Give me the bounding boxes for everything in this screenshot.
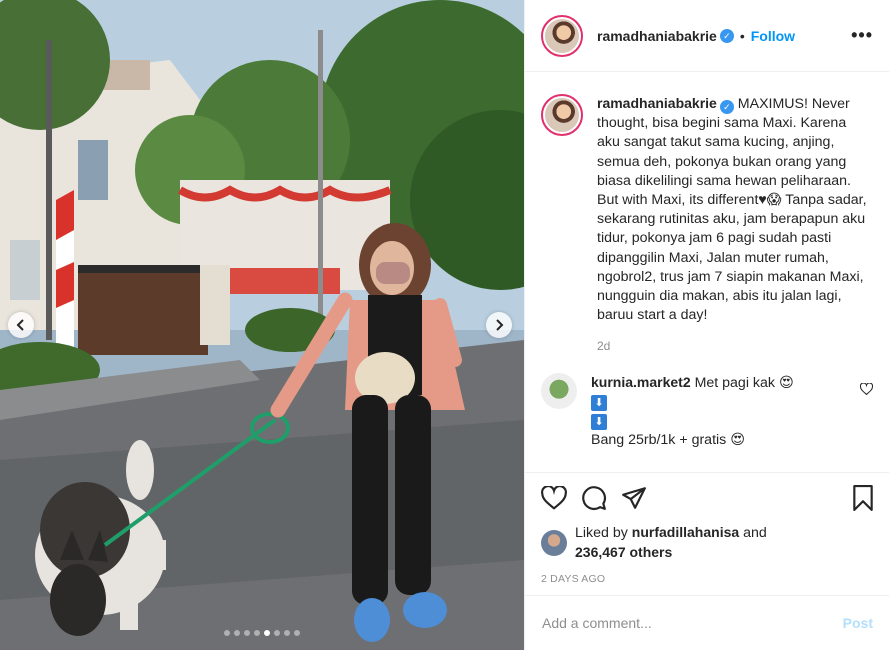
post-side-panel: ramadhaniabakrie ✓ • Follow ••• ramadhan… [524,0,889,650]
carousel-dot [244,630,250,636]
carousel-dot [224,630,230,636]
carousel-dot [254,630,260,636]
likes-count-link[interactable]: 236,467 others [575,544,672,560]
verified-badge-icon: ✓ [719,100,734,114]
comment-composer: Post [525,595,889,650]
chevron-right-icon [496,319,504,331]
chevron-left-icon [16,319,24,331]
follow-button[interactable]: Follow [751,28,795,44]
down-arrow-emoji-icon: ⬇ [591,395,607,412]
carousel-indicator [0,630,524,636]
verified-badge-icon: ✓ [719,28,734,43]
carousel-dot [234,630,240,636]
likes-summary: Liked by nurfadillahanisa and 236,467 ot… [541,523,875,563]
comment-item: kurnia.market2 Met pagi kak 😍 ⬇ ⬇ Bang 2… [541,373,873,450]
heart-icon[interactable] [541,486,567,510]
author-username[interactable]: ramadhaniabakrie [597,28,717,44]
caption-username[interactable]: ramadhaniabakrie [597,95,717,111]
commenter-avatar[interactable] [541,373,577,410]
comment-icon[interactable] [581,485,607,511]
carousel-next-button[interactable] [486,312,512,338]
comment-text: Met pagi kak 😍 [694,375,794,392]
caption-text: MAXIMUS! Never thought, bisa begini sama… [597,96,867,324]
comment-like-heart-icon[interactable] [860,383,873,396]
down-arrow-emoji-icon: ⬇ [591,414,607,431]
liker-username[interactable]: nurfadillahanisa [632,524,739,540]
comment-username[interactable]: kurnia.market2 [591,374,691,390]
post-date[interactable]: 2 DAYS AGO [541,573,875,585]
caption-author-avatar[interactable] [541,94,583,136]
share-icon[interactable] [621,486,647,510]
carousel-dot [274,630,280,636]
post-dialog: ramadhaniabakrie ✓ • Follow ••• ramadhan… [0,0,889,650]
post-photo[interactable] [0,0,524,650]
carousel-prev-button[interactable] [8,312,34,338]
author-avatar[interactable] [541,14,583,57]
bookmark-icon[interactable] [851,485,875,511]
post-header: ramadhaniabakrie ✓ • Follow ••• [525,0,889,72]
comments-section: ramadhaniabakrie ✓ MAXIMUS! Never thought… [525,72,889,472]
carousel-dot [264,630,270,636]
carousel-dot [294,630,300,636]
more-options-icon[interactable]: ••• [851,25,873,46]
caption-age[interactable]: 2d [597,339,873,353]
caption: ramadhaniabakrie ✓ MAXIMUS! Never thought… [541,94,873,325]
liker-avatar[interactable] [541,530,567,556]
photo-scene [0,0,524,650]
carousel-dot [284,630,290,636]
comment-cutoff-line: Bang 25rb/1k + gratis 😍 [591,432,745,449]
post-comment-button[interactable]: Post [843,615,873,631]
add-comment-input[interactable] [542,615,843,631]
